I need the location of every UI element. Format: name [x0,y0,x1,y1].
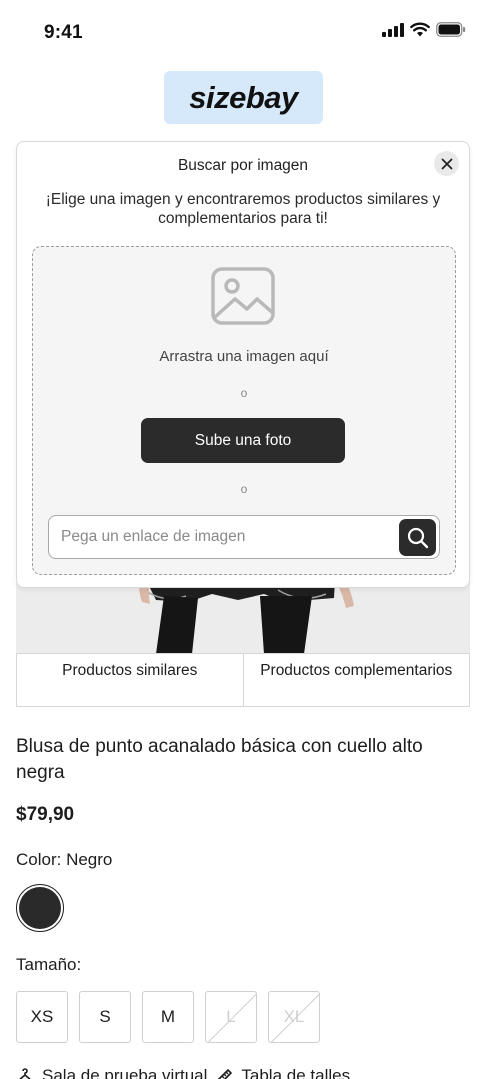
image-url-field [48,515,440,559]
image-dropzone[interactable]: Arrastra una imagen aquí o Sube una foto… [32,246,456,575]
image-placeholder-icon [211,267,275,325]
image-url-input[interactable] [49,516,399,558]
color-label: Color: Negro [16,850,113,869]
size-option-xl: XL [268,991,320,1043]
ruler-icon [218,1069,233,1079]
brand-logo-text: sizebay [189,79,298,115]
upload-photo-button[interactable]: Sube una foto [141,418,345,463]
modal-title: Buscar por imagen [177,157,309,174]
color-swatch-fill [19,887,61,929]
size-option-xs[interactable]: XS [16,991,68,1043]
virtual-fitting-link[interactable]: Sala de prueba virtual [16,1066,207,1079]
size-option-s[interactable]: S [79,991,131,1043]
hanger-icon [19,1068,31,1079]
product-title: Blusa de punto acanalado básica con cuel… [16,736,423,783]
size-options: XS S M L XL [16,991,320,1043]
status-time: 9:41 [44,22,83,43]
tab-similar-products[interactable]: Productos similares [17,654,243,706]
virtual-fitting-label: Sala de prueba virtual [42,1066,208,1079]
size-option-l: L [205,991,257,1043]
product-price: $79,90 [16,804,75,825]
size-chart-link[interactable]: Tabla de talles [215,1066,350,1079]
size-label: Tamaño: [16,955,82,974]
size-chart-label: Tabla de talles [241,1066,351,1079]
or-separator-2: o [240,482,248,496]
color-swatch-black[interactable] [16,884,64,932]
modal-description: ¡Elige una imagen y encontraremos produc… [45,191,441,227]
size-option-m[interactable]: M [142,991,194,1043]
status-icons [382,22,466,37]
or-separator-1: o [240,386,248,400]
results-tabs: Productos similares Productos complement… [16,653,470,707]
drag-image-text: Arrastra una imagen aquí [159,348,329,365]
close-icon [441,158,452,169]
battery-icon [436,22,466,37]
brand-logo: sizebay [164,71,323,124]
wifi-icon [410,22,430,37]
footer-links: Sala de prueba virtual Tabla de talles [16,1066,350,1079]
close-button[interactable] [434,151,459,176]
search-icon [407,527,428,548]
tab-complementary-products[interactable]: Productos complementarios [242,654,470,706]
signal-icon [382,22,404,37]
search-button[interactable] [399,519,436,556]
status-bar: 9:41 [0,0,486,64]
search-by-image-modal: Buscar por imagen ¡Elige una imagen y en… [16,141,470,588]
